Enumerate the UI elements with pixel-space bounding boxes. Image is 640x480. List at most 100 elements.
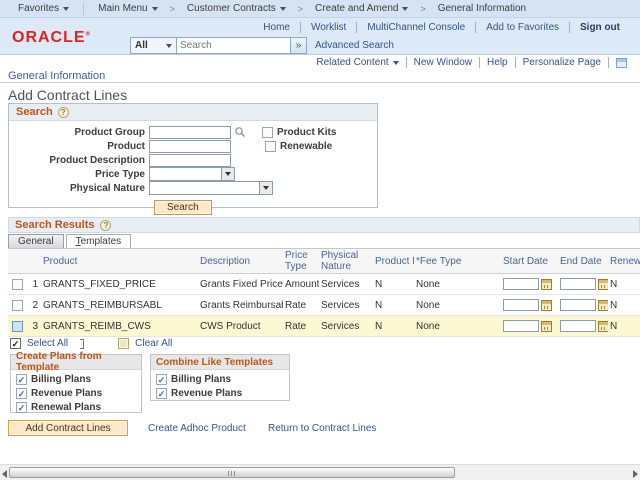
combine-templates-title: Combine Like Templates — [151, 355, 289, 370]
sign-out-link[interactable]: Sign out — [570, 22, 630, 33]
breadcrumb-create-and-amend[interactable]: Create and Amend — [307, 3, 416, 14]
product-group-input[interactable] — [149, 126, 231, 139]
related-content-label: Related Content — [316, 57, 388, 68]
price-type-select[interactable] — [149, 167, 235, 181]
column-header-physical-nature[interactable]: Physical Nature — [319, 250, 373, 272]
search-button[interactable]: Search — [154, 200, 212, 215]
tab-general[interactable]: General — [8, 234, 64, 248]
tab-templates[interactable]: Templates — [66, 234, 132, 248]
cell-renewable: N — [608, 279, 640, 290]
cell-description: Grants Fixed Price — [198, 279, 283, 290]
table-row: 1 GRANTS_FIXED_PRICE Grants Fixed Price … — [8, 274, 640, 295]
title-rule — [0, 82, 640, 83]
horizontal-scrollbar[interactable] — [0, 464, 640, 480]
personalize-layout-button[interactable] — [609, 58, 634, 68]
column-header-end-date[interactable]: End Date — [558, 256, 608, 267]
revenue-plans-checkbox[interactable]: ✓ — [16, 388, 27, 399]
add-to-favorites-link[interactable]: Add to Favorites — [476, 22, 570, 33]
column-header-product-kit[interactable]: Product Kit — [373, 256, 414, 267]
billing-plans-checkbox[interactable]: ✓ — [16, 374, 27, 385]
select-all-checkbox[interactable]: ✓ — [10, 338, 21, 349]
start-date-input[interactable] — [503, 278, 539, 290]
physical-nature-select[interactable] — [149, 181, 273, 195]
clear-all-link[interactable]: Clear All — [135, 338, 172, 349]
product-label: Product — [9, 141, 149, 152]
return-to-contract-lines-link[interactable]: Return to Contract Lines — [268, 423, 376, 434]
billing-plans-label: Billing Plans — [31, 374, 91, 385]
product-kits-checkbox[interactable] — [262, 127, 273, 138]
search-scope-dropdown[interactable]: All — [130, 37, 176, 54]
create-adhoc-product-link[interactable]: Create Adhoc Product — [148, 423, 246, 434]
calendar-icon[interactable] — [598, 300, 608, 311]
clear-all-icon[interactable] — [118, 338, 129, 349]
help-icon[interactable]: ? — [58, 107, 69, 118]
renewable-checkbox[interactable] — [265, 141, 276, 152]
home-link[interactable]: Home — [253, 22, 301, 33]
cell-physical-nature: Services — [319, 279, 373, 290]
combine-billing-plans-checkbox[interactable]: ✓ — [156, 374, 167, 385]
row-select-checkbox[interactable] — [12, 279, 23, 290]
row-number: 1 — [26, 279, 41, 290]
column-header-description[interactable]: Description — [198, 256, 283, 267]
calendar-icon[interactable] — [598, 279, 608, 290]
scroll-right-arrow[interactable] — [633, 470, 638, 478]
calendar-icon[interactable] — [541, 321, 552, 332]
related-content-menu[interactable]: Related Content — [309, 57, 406, 68]
breadcrumb-separator: > — [166, 4, 179, 14]
results-tabs: General Templates — [8, 234, 131, 248]
new-window-link[interactable]: New Window — [407, 57, 480, 68]
scrollbar-thumb[interactable] — [9, 467, 455, 478]
cell-product: GRANTS_REIMB_CWS — [41, 321, 198, 332]
worklist-link[interactable]: Worklist — [301, 22, 357, 33]
create-plans-group-box: Create Plans from Template ✓ Billing Pla… — [10, 354, 142, 413]
product-description-input[interactable] — [149, 154, 231, 167]
multichannel-console-link[interactable]: MultiChannel Console — [357, 22, 476, 33]
global-search-input[interactable] — [176, 37, 291, 54]
header-nav: Home Worklist MultiChannel Console Add t… — [253, 22, 630, 33]
help-icon[interactable]: ? — [100, 220, 111, 231]
end-date-input[interactable] — [560, 320, 596, 332]
combine-revenue-plans-checkbox[interactable]: ✓ — [156, 388, 167, 399]
start-date-input[interactable] — [503, 299, 539, 311]
search-results-header: Search Results ? — [8, 217, 640, 233]
column-header-price-type[interactable]: Price Type — [283, 250, 319, 272]
select-all-link[interactable]: Select All — [27, 338, 68, 349]
start-date-input[interactable] — [503, 320, 539, 332]
product-kits-label: Product Kits — [277, 127, 336, 138]
personalize-page-link[interactable]: Personalize Page — [516, 57, 609, 68]
cell-price-type: Amount — [283, 279, 319, 290]
product-group-label: Product Group — [9, 127, 149, 138]
table-row-selected: 3 GRANTS_REIMB_CWS CWS Product Rate Serv… — [8, 316, 640, 337]
help-link[interactable]: Help — [480, 57, 516, 68]
table-row: 2 GRANTS_REIMBURSABL Grants Reimbursable… — [8, 295, 640, 316]
column-header-start-date[interactable]: Start Date — [501, 256, 558, 267]
column-header-product[interactable]: Product — [41, 256, 198, 267]
column-header-fee-type[interactable]: *Fee Type — [414, 256, 501, 267]
column-header-renewable[interactable]: Renewable — [608, 256, 640, 267]
global-search-bar: All » Advanced Search — [130, 37, 394, 54]
breadcrumb-customer-contracts[interactable]: Customer Contracts — [179, 3, 294, 14]
calendar-icon[interactable] — [598, 321, 608, 332]
application-window: Favorites Main Menu > Customer Contracts… — [0, 0, 640, 480]
product-input[interactable] — [149, 140, 231, 153]
search-group-box: Search ? Product Group Product Kits Prod… — [8, 103, 378, 208]
lookup-magnifier-icon[interactable] — [234, 126, 246, 138]
row-select-checkbox[interactable] — [12, 321, 23, 332]
calendar-icon[interactable] — [541, 300, 552, 311]
breadcrumb-favorites[interactable]: Favorites — [10, 3, 77, 14]
search-go-button[interactable]: » — [291, 37, 307, 54]
scrollbar-grip — [228, 471, 236, 476]
row-select-checkbox[interactable] — [12, 300, 23, 311]
add-contract-lines-button[interactable]: Add Contract Lines — [8, 420, 128, 436]
renewal-plans-checkbox[interactable]: ✓ — [16, 402, 27, 413]
end-date-input[interactable] — [560, 299, 596, 311]
search-group-title: Search — [16, 106, 53, 118]
dropdown-button[interactable] — [221, 168, 234, 180]
calendar-icon[interactable] — [541, 279, 552, 290]
advanced-search-link[interactable]: Advanced Search — [315, 40, 394, 51]
end-date-input[interactable] — [560, 278, 596, 290]
breadcrumb-main-menu[interactable]: Main Menu — [90, 3, 165, 14]
combine-billing-plans-option: ✓ Billing Plans — [156, 374, 289, 385]
dropdown-button[interactable] — [259, 182, 272, 194]
scroll-left-arrow[interactable] — [2, 470, 7, 478]
